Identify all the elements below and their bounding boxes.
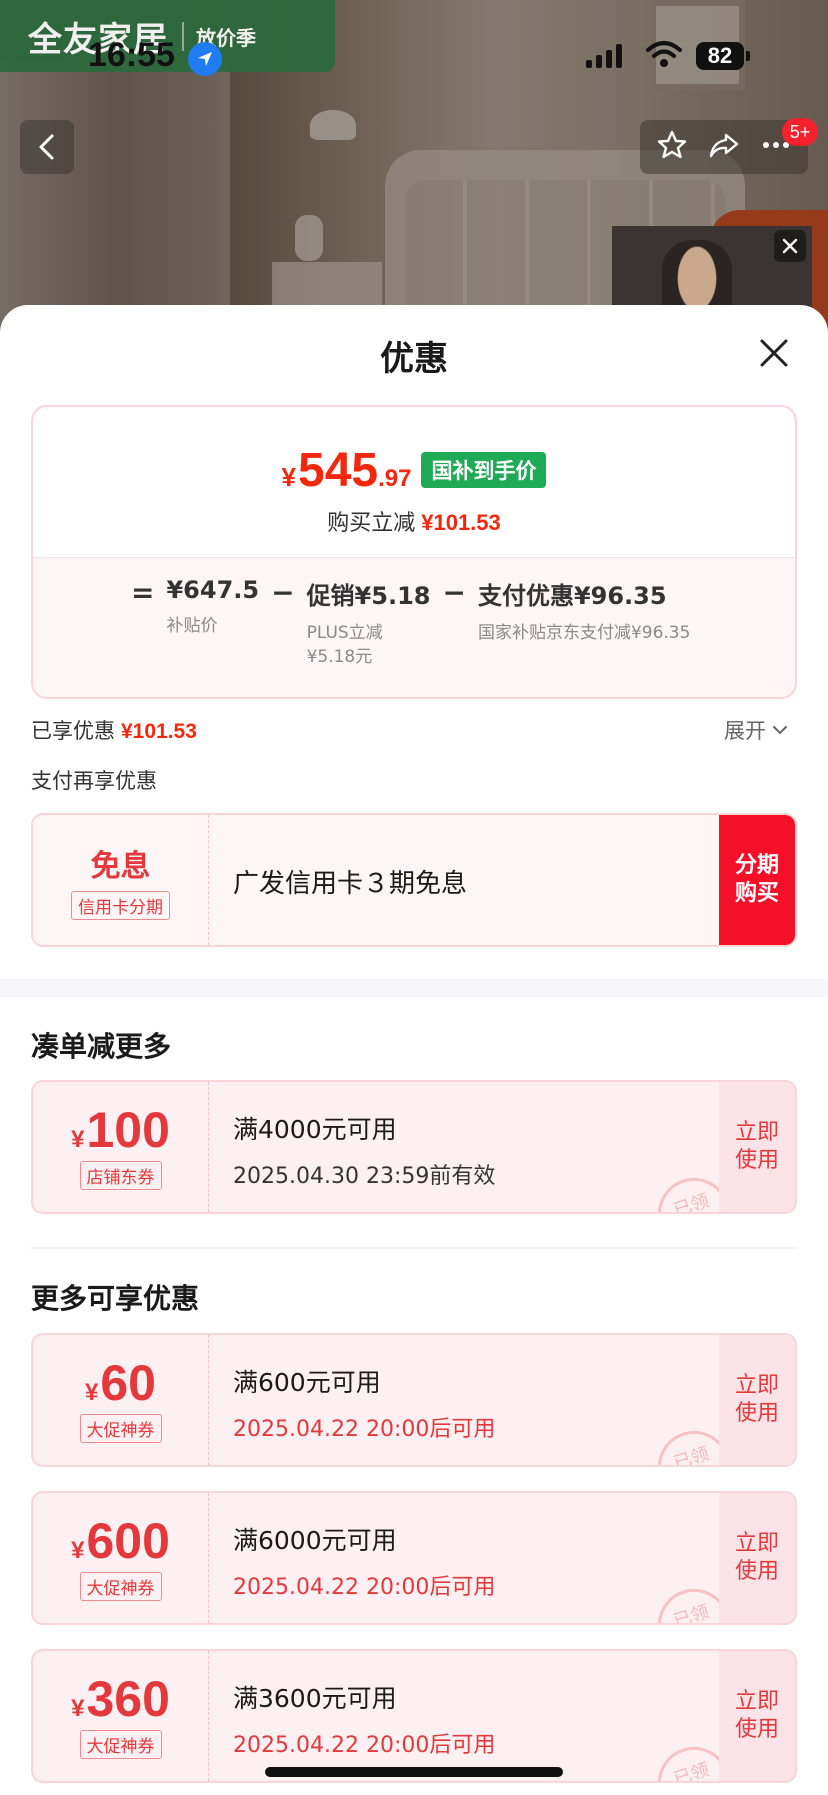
promo-coupon[interactable]: ¥60 大促神券 满600元可用 2025.04.22 20:00后可用 已领 … (31, 1333, 797, 1467)
promo-label: PLUS立减 ¥5.18元 (307, 621, 431, 669)
coupon-condition: 满3600元可用 (233, 1684, 397, 1713)
status-bar: 16:55 82 (0, 0, 828, 110)
coupon-type-tag: 大促神券 (79, 1729, 162, 1759)
coupon-condition: 满6000元可用 (233, 1526, 397, 1555)
promo-coupon[interactable]: ¥600 大促神券 满6000元可用 2025.04.22 20:00后可用 已… (31, 1491, 797, 1625)
chevron-down-icon (773, 726, 787, 735)
coupon-value: 600 (86, 1512, 170, 1569)
coupon-date: 2025.04.22 20:00后可用 (233, 1575, 496, 1600)
battery-icon: 82 (696, 42, 750, 70)
sheet-title: 优惠 (380, 339, 448, 379)
coupon-currency: ¥ (71, 1125, 85, 1153)
promo-value: 促销¥5.18 (306, 582, 431, 610)
coupon-amount: ¥60 (85, 1358, 156, 1408)
enjoyed-label: 已享优惠 (31, 719, 115, 743)
use-now-button[interactable]: 立即使用 (719, 1493, 795, 1623)
price-formula: = ¥647.5 补贴价 − 促销¥5.18 PLUS立减 ¥5.18元 − 支付… (131, 576, 690, 669)
discount-sheet: 优惠 ¥ 545 .97 国补到手价 购买立减¥101.53 = ¥647.5 (0, 305, 828, 1795)
base-price-value: ¥647.5 (166, 576, 260, 604)
coupon-condition: 满600元可用 (233, 1368, 381, 1397)
section-divider (0, 979, 828, 997)
back-arrow-icon (39, 134, 54, 160)
price-currency: ¥ (281, 462, 296, 492)
price-integer: 545 (298, 444, 379, 497)
enjoyed-value: ¥101.53 (121, 720, 197, 743)
expand-label: 展开 (724, 719, 766, 743)
minus-sign: − (442, 576, 466, 609)
pay-discount-value: 支付优惠¥96.35 (477, 582, 667, 610)
coupon-currency: ¥ (71, 1536, 85, 1564)
interest-free-title: 免息 (90, 848, 151, 884)
subsidy-price-tag: 国补到手价 (421, 452, 547, 488)
coupon-date: 2025.04.30 23:59前有效 (233, 1164, 496, 1189)
use-now-button[interactable]: 立即使用 (719, 1651, 795, 1781)
coupon-value: 60 (100, 1354, 156, 1411)
coupon-type-tag: 大促神券 (79, 1413, 162, 1443)
expand-button[interactable]: 展开 (724, 715, 788, 745)
pay-discount-label: 国家补贴京东支付减¥96.35 (477, 623, 691, 643)
coupon-currency: ¥ (85, 1378, 99, 1406)
wifi-icon (646, 40, 682, 72)
close-icon (782, 238, 798, 254)
home-indicator[interactable] (265, 1767, 563, 1777)
star-icon (657, 130, 687, 159)
coupon-amount: ¥600 (71, 1516, 170, 1566)
installment-card[interactable]: 免息 信用卡分期 广发信用卡３期免息 分期购买 (31, 813, 797, 947)
coupon-value: 360 (86, 1670, 170, 1727)
price-summary-card: ¥ 545 .97 国补到手价 购买立减 ¥101.53 = ¥647.5 补贴价… (31, 405, 797, 699)
use-now-button[interactable]: 立即使用 (719, 1335, 795, 1465)
section-title-bundle: 凑单减更多 (31, 1030, 172, 1063)
coupon-date: 2025.04.22 20:00后可用 (233, 1417, 496, 1442)
coupon-currency: ¥ (71, 1694, 85, 1722)
base-price-label: 补贴价 (166, 616, 218, 636)
share-icon (709, 133, 739, 158)
promo-label-line2: ¥5.18元 (306, 647, 373, 667)
reduction-label: 购买立减 (327, 511, 416, 536)
close-icon (760, 339, 788, 367)
promo-coupon[interactable]: ¥360 大促神券 满3600元可用 2025.04.22 20:00后可用 已… (31, 1649, 797, 1783)
back-button[interactable] (20, 120, 74, 174)
price-decimal: .97 (378, 465, 412, 492)
coupon-date: 2025.04.22 20:00后可用 (233, 1733, 496, 1758)
location-arrow-icon (188, 42, 222, 76)
use-now-button[interactable]: 立即使用 (719, 1082, 795, 1212)
coupon-type-tag: 大促神券 (79, 1571, 162, 1601)
promo-label-line1: PLUS立减 (306, 623, 383, 643)
final-price: ¥ 545 .97 (282, 443, 412, 498)
status-time: 16:55 (88, 36, 175, 74)
cellular-signal-icon (586, 42, 622, 68)
minus-sign: − (271, 576, 295, 609)
sheet-close-button[interactable] (756, 335, 792, 371)
coupon-amount: ¥360 (71, 1674, 170, 1724)
coupon-value: 100 (86, 1101, 170, 1158)
reduction-value: ¥101.53 (421, 510, 501, 535)
installment-buy-button[interactable]: 分期购买 (719, 815, 795, 945)
coupon-type-tag: 店铺东券 (79, 1160, 162, 1190)
coupon-amount: ¥100 (71, 1105, 170, 1155)
installment-text: 广发信用卡３期免息 (233, 869, 468, 899)
share-button[interactable] (708, 129, 740, 165)
thin-divider (31, 1247, 797, 1249)
installment-tag: 信用卡分期 (71, 890, 170, 920)
section-title-more: 更多可享优惠 (31, 1282, 200, 1315)
enjoyed-discount: 已享优惠 ¥101.53 (31, 715, 197, 745)
equals-sign: = (131, 576, 155, 609)
video-close-button[interactable] (774, 230, 806, 262)
store-coupon[interactable]: ¥100 店铺东券 满4000元可用 2025.04.30 23:59前有效 已… (31, 1080, 797, 1214)
pay-more-heading: 支付再享优惠 (31, 769, 157, 793)
message-badge: 5+ (782, 118, 818, 146)
favorite-button[interactable] (656, 129, 688, 165)
coupon-condition: 满4000元可用 (233, 1115, 397, 1144)
instant-reduction: 购买立减 ¥101.53 (33, 505, 795, 537)
